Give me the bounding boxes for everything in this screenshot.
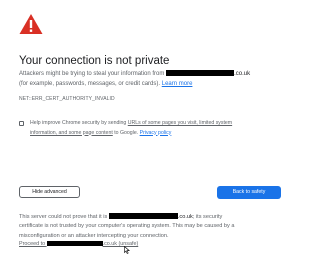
interstitial-page: Your connection is not private Attackers… bbox=[0, 0, 300, 254]
warning-triangle-icon bbox=[19, 14, 43, 34]
hide-advanced-button[interactable]: Hide advanced bbox=[19, 186, 80, 198]
learn-more-link[interactable]: Learn more bbox=[162, 81, 193, 87]
improve-line1-text: Help improve Chrome security by sending bbox=[30, 120, 127, 126]
error-code: NET::ERR_CERT_AUTHORITY_INVALID bbox=[19, 96, 115, 102]
improve-info-link[interactable]: information, and some page content bbox=[30, 130, 113, 136]
details-paragraph: This server could not prove that it is .… bbox=[19, 213, 235, 241]
mouse-pointer-icon bbox=[124, 246, 130, 254]
proceed-prefix: Proceed to bbox=[19, 241, 46, 247]
intro-line2-text: (for example, passwords, messages, or cr… bbox=[19, 80, 161, 87]
proceed-unsafe-link[interactable]: Proceed to .co.uk (unsafe) bbox=[19, 240, 138, 248]
details-domain-suffix: .co.uk bbox=[177, 214, 193, 220]
improve-urls-link[interactable]: URLs of some pages you visit, limited sy… bbox=[128, 120, 232, 126]
redacted-domain bbox=[166, 70, 235, 76]
page-title: Your connection is not private bbox=[19, 55, 170, 67]
redacted-domain bbox=[46, 241, 103, 246]
redacted-domain bbox=[108, 213, 178, 219]
improve-security-text: Help improve Chrome security by sending … bbox=[30, 119, 232, 138]
intro-domain-suffix: .co.uk bbox=[234, 71, 251, 77]
proceed-suffix: .co.uk (unsafe) bbox=[102, 241, 139, 247]
details-line1-text: This server could not prove that it is bbox=[19, 214, 108, 220]
improve-security-checkbox[interactable] bbox=[19, 121, 24, 126]
details-line1-rest: ; its security bbox=[192, 214, 223, 220]
back-to-safety-button[interactable]: Back to safety bbox=[217, 186, 281, 199]
privacy-policy-link[interactable]: Privacy policy bbox=[140, 130, 172, 136]
improve-line2-text: to Google. bbox=[114, 129, 139, 136]
intro-line1-text: Attackers might be trying to steal your … bbox=[19, 71, 165, 77]
intro-paragraph: Attackers might be trying to steal your … bbox=[19, 70, 250, 89]
details-line2-text: certificate is not trusted by your compu… bbox=[19, 223, 235, 230]
